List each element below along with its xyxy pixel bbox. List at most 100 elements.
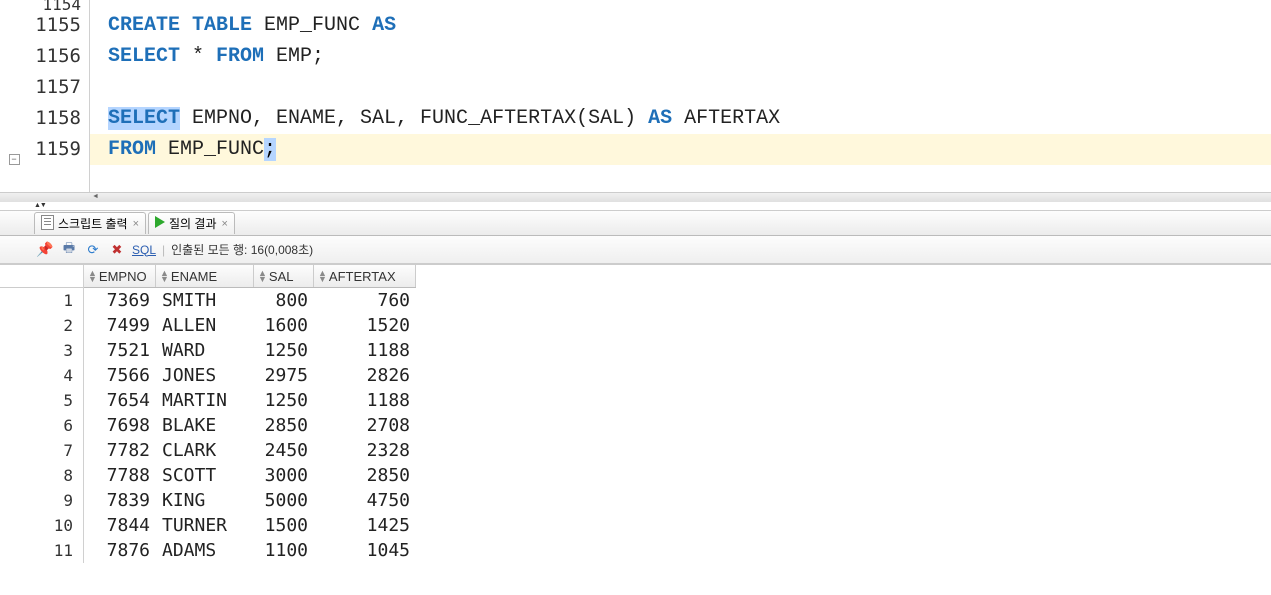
cell-empno: 7844 — [84, 513, 156, 538]
table-row[interactable]: 7844TURNER15001425 — [84, 513, 416, 538]
code-token: SELECT — [108, 107, 180, 130]
code-token: FROM — [216, 45, 264, 68]
code-line[interactable]: SELECT EMPNO, ENAME, SAL, FUNC_AFTERTAX(… — [90, 103, 1271, 134]
line-number: 1158 — [28, 103, 81, 134]
column-header-aftertax[interactable]: ▲▼ AFTERTAX — [314, 265, 416, 287]
splitter-handle[interactable] — [0, 202, 1271, 210]
cell-empno: 7876 — [84, 538, 156, 563]
sort-icon[interactable]: ▲▼ — [88, 270, 97, 283]
cell-ename: JONES — [156, 363, 254, 388]
table-row[interactable]: 7521WARD12501188 — [84, 338, 416, 363]
close-icon[interactable]: × — [133, 218, 139, 230]
cell-empno: 7698 — [84, 413, 156, 438]
close-icon[interactable]: × — [222, 218, 228, 230]
table-row[interactable]: 7782CLARK24502328 — [84, 438, 416, 463]
row-number: 11 — [0, 538, 83, 563]
sql-link[interactable]: SQL — [132, 243, 156, 257]
code-line[interactable] — [90, 72, 1271, 103]
table-row[interactable]: 7499ALLEN16001520 — [84, 313, 416, 338]
results-grid[interactable]: 1234567891011 ▲▼ EMPNO ▲▼ ENAME ▲▼ SAL ▲… — [0, 264, 1271, 563]
cell-sal: 2850 — [254, 413, 314, 438]
row-number: 1 — [0, 288, 83, 313]
line-number: 1155 — [28, 10, 81, 41]
column-header-sal[interactable]: ▲▼ SAL — [254, 265, 314, 287]
cell-ename: KING — [156, 488, 254, 513]
row-number: 2 — [0, 313, 83, 338]
code-line[interactable]: FROM EMP_FUNC; — [90, 134, 1271, 165]
sql-editor[interactable]: − 1154 1155 1156 1157 1158 1159 CREATE T… — [0, 0, 1271, 192]
code-token: SELECT — [108, 45, 180, 68]
cell-empno: 7521 — [84, 338, 156, 363]
table-row[interactable]: 7839KING50004750 — [84, 488, 416, 513]
cell-sal: 5000 — [254, 488, 314, 513]
delete-icon[interactable]: ✖ — [108, 241, 126, 259]
code-token: FROM — [108, 138, 156, 161]
column-header-empno[interactable]: ▲▼ EMPNO — [84, 265, 156, 287]
cell-ename: ALLEN — [156, 313, 254, 338]
code-line[interactable]: SELECT * FROM EMP; — [90, 41, 1271, 72]
code-token: EMP_FUNC — [252, 14, 372, 37]
sort-icon[interactable]: ▲▼ — [160, 270, 169, 283]
fold-toggle-icon[interactable]: − — [9, 154, 20, 165]
cell-ename: CLARK — [156, 438, 254, 463]
cell-sal: 1250 — [254, 338, 314, 363]
code-line[interactable] — [90, 0, 1271, 10]
line-number: 1157 — [28, 72, 81, 103]
line-number: 1156 — [28, 41, 81, 72]
print-icon[interactable]: 🖶 — [60, 241, 78, 259]
editor-horizontal-scrollbar[interactable] — [0, 192, 1271, 202]
separator: | — [162, 243, 165, 257]
line-number-gutter: 1154 1155 1156 1157 1158 1159 — [28, 0, 90, 192]
cell-empno: 7566 — [84, 363, 156, 388]
code-token: CREATE TABLE — [108, 14, 252, 37]
script-output-icon — [41, 215, 54, 233]
cell-ename: ADAMS — [156, 538, 254, 563]
cell-sal: 2975 — [254, 363, 314, 388]
cell-sal: 1600 — [254, 313, 314, 338]
cell-empno: 7369 — [84, 288, 156, 313]
cell-ename: SCOTT — [156, 463, 254, 488]
table-row[interactable]: 7369SMITH800760 — [84, 288, 416, 313]
table-row[interactable]: 7566JONES29752826 — [84, 363, 416, 388]
code-line[interactable]: CREATE TABLE EMP_FUNC AS — [90, 10, 1271, 41]
row-number: 6 — [0, 413, 83, 438]
cell-ename: MARTIN — [156, 388, 254, 413]
result-toolbar: 📌 🖶 ⟳ ✖ SQL | 인출된 모든 행: 16(0,008초) — [0, 236, 1271, 264]
cell-aftertax: 2850 — [314, 463, 416, 488]
cell-sal: 1500 — [254, 513, 314, 538]
column-label: AFTERTAX — [329, 269, 396, 284]
cell-sal: 1100 — [254, 538, 314, 563]
row-number: 9 — [0, 488, 83, 513]
cell-aftertax: 1045 — [314, 538, 416, 563]
row-number: 4 — [0, 363, 83, 388]
pin-icon[interactable]: 📌 — [36, 241, 54, 259]
data-grid[interactable]: ▲▼ EMPNO ▲▼ ENAME ▲▼ SAL ▲▼ AFTERTAX 736… — [84, 265, 416, 563]
tab-label: 질의 결과 — [169, 215, 217, 232]
grid-header: ▲▼ EMPNO ▲▼ ENAME ▲▼ SAL ▲▼ AFTERTAX — [84, 265, 416, 288]
table-row[interactable]: 7698BLAKE28502708 — [84, 413, 416, 438]
code-token: AS — [648, 107, 672, 130]
table-row[interactable]: 7654MARTIN12501188 — [84, 388, 416, 413]
cell-sal: 2450 — [254, 438, 314, 463]
table-row[interactable]: 7876ADAMS11001045 — [84, 538, 416, 563]
cell-aftertax: 2826 — [314, 363, 416, 388]
code-token: ; — [264, 138, 276, 161]
cell-ename: WARD — [156, 338, 254, 363]
column-header-ename[interactable]: ▲▼ ENAME — [156, 265, 254, 287]
refresh-icon[interactable]: ⟳ — [84, 241, 102, 259]
sort-icon[interactable]: ▲▼ — [318, 270, 327, 283]
code-token: * — [180, 45, 216, 68]
cell-sal: 800 — [254, 288, 314, 313]
tab-script-output[interactable]: 스크립트 출력 × — [34, 212, 146, 234]
code-token: AS — [372, 14, 396, 37]
cell-sal: 1250 — [254, 388, 314, 413]
cell-ename: SMITH — [156, 288, 254, 313]
code-area[interactable]: CREATE TABLE EMP_FUNC ASSELECT * FROM EM… — [90, 0, 1271, 192]
table-row[interactable]: 7788SCOTT30002850 — [84, 463, 416, 488]
sort-icon[interactable]: ▲▼ — [258, 270, 267, 283]
cell-empno: 7839 — [84, 488, 156, 513]
cell-empno: 7499 — [84, 313, 156, 338]
column-label: EMPNO — [99, 269, 147, 284]
play-icon — [155, 216, 165, 231]
tab-query-result[interactable]: 질의 결과 × — [148, 212, 235, 234]
